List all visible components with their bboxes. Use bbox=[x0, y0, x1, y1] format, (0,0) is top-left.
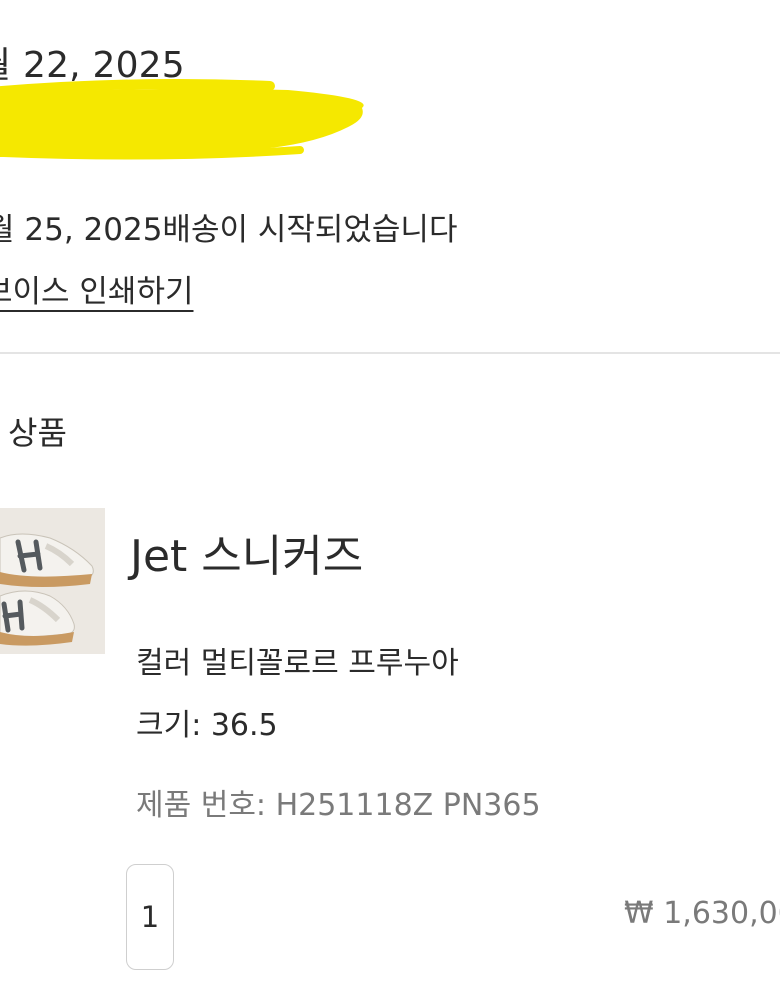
items-section-title: 상품 bbox=[8, 414, 67, 452]
product-size: 크기: 36.5 bbox=[136, 708, 278, 743]
product-image[interactable] bbox=[0, 508, 105, 654]
shipping-status: 월 25, 2025배송이 시작되었습니다 bbox=[0, 212, 458, 248]
product-price: ₩ 1,630,00 bbox=[624, 896, 780, 931]
product-color: 컬러 멀티꼴로르 프루누아 bbox=[136, 646, 459, 681]
quantity-value: 1 bbox=[140, 900, 160, 934]
redaction-highlight bbox=[0, 79, 364, 160]
quantity-box[interactable]: 1 bbox=[126, 864, 174, 970]
product-name[interactable]: Jet 스니커즈 bbox=[130, 520, 363, 584]
print-invoice-link[interactable]: 보이스 인쇄하기 bbox=[0, 266, 194, 311]
product-number: 제품 번호: H251118Z PN365 bbox=[136, 788, 541, 823]
section-divider bbox=[0, 352, 780, 354]
